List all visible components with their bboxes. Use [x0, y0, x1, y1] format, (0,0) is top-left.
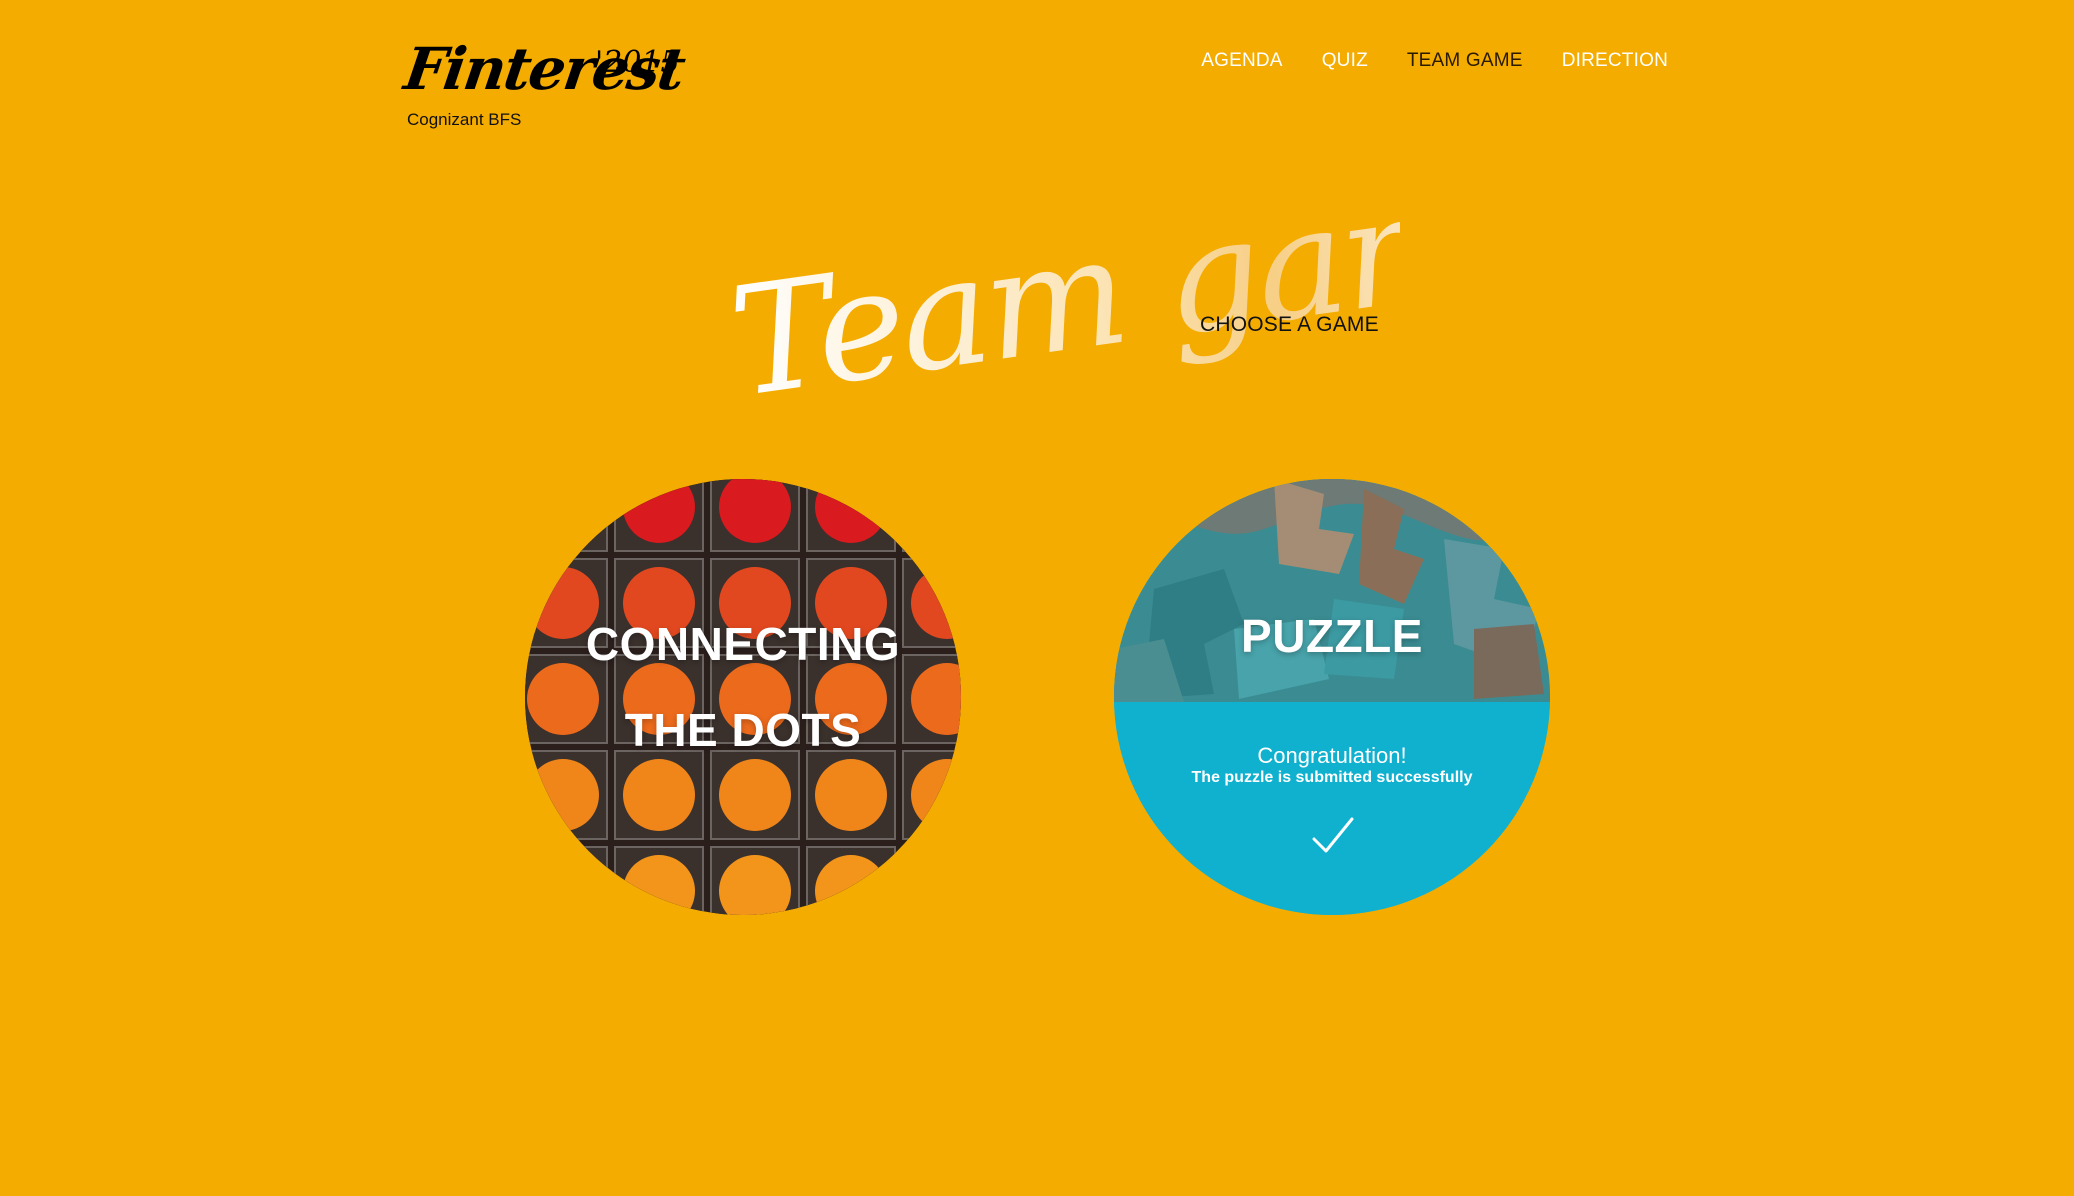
- hero-subtitle: CHOOSE A GAME: [1200, 313, 1379, 336]
- nav-item-direction[interactable]: DIRECTION: [1562, 50, 1668, 72]
- hero-title: Team game: [721, 180, 1400, 400]
- nav-item-team-game[interactable]: TEAM GAME: [1407, 50, 1523, 72]
- game-title: PUZZLE: [1241, 610, 1423, 662]
- page-heading: Team game CHOOSE A GAME: [720, 180, 1400, 400]
- grid-dot: [719, 759, 791, 831]
- game-puzzle[interactable]: PUZZLE Congratulation! The puzzle is sub…: [1114, 479, 1550, 915]
- logo-year: '2015: [595, 45, 680, 80]
- page: Finterest '2015 Cognizant BFS AGENDA QUI…: [0, 0, 2074, 1196]
- site-logo[interactable]: Finterest '2015 Cognizant BFS: [400, 35, 705, 140]
- hero-title-graphic: Team game: [721, 180, 1400, 400]
- puzzle-pieces-image: [1114, 479, 1550, 702]
- logo-subtitle: Cognizant BFS: [407, 110, 522, 129]
- game-title-line2: THE DOTS: [624, 704, 862, 756]
- grid-dot: [815, 759, 887, 831]
- game-title-line1: CONNECTING: [585, 618, 901, 670]
- main-nav: AGENDA QUIZ TEAM GAME DIRECTION: [1201, 50, 1668, 72]
- grid-dot: [527, 759, 599, 831]
- game-connecting-the-dots[interactable]: CONNECTING THE DOTS: [525, 479, 961, 915]
- success-title: Congratulation!: [1257, 743, 1407, 768]
- checkmark-icon: [1312, 817, 1354, 853]
- nav-item-agenda[interactable]: AGENDA: [1201, 50, 1282, 72]
- success-message: The puzzle is submitted successfully: [1191, 769, 1473, 786]
- success-panel: [1114, 702, 1550, 915]
- nav-item-quiz[interactable]: QUIZ: [1322, 50, 1368, 72]
- grid-dot: [623, 759, 695, 831]
